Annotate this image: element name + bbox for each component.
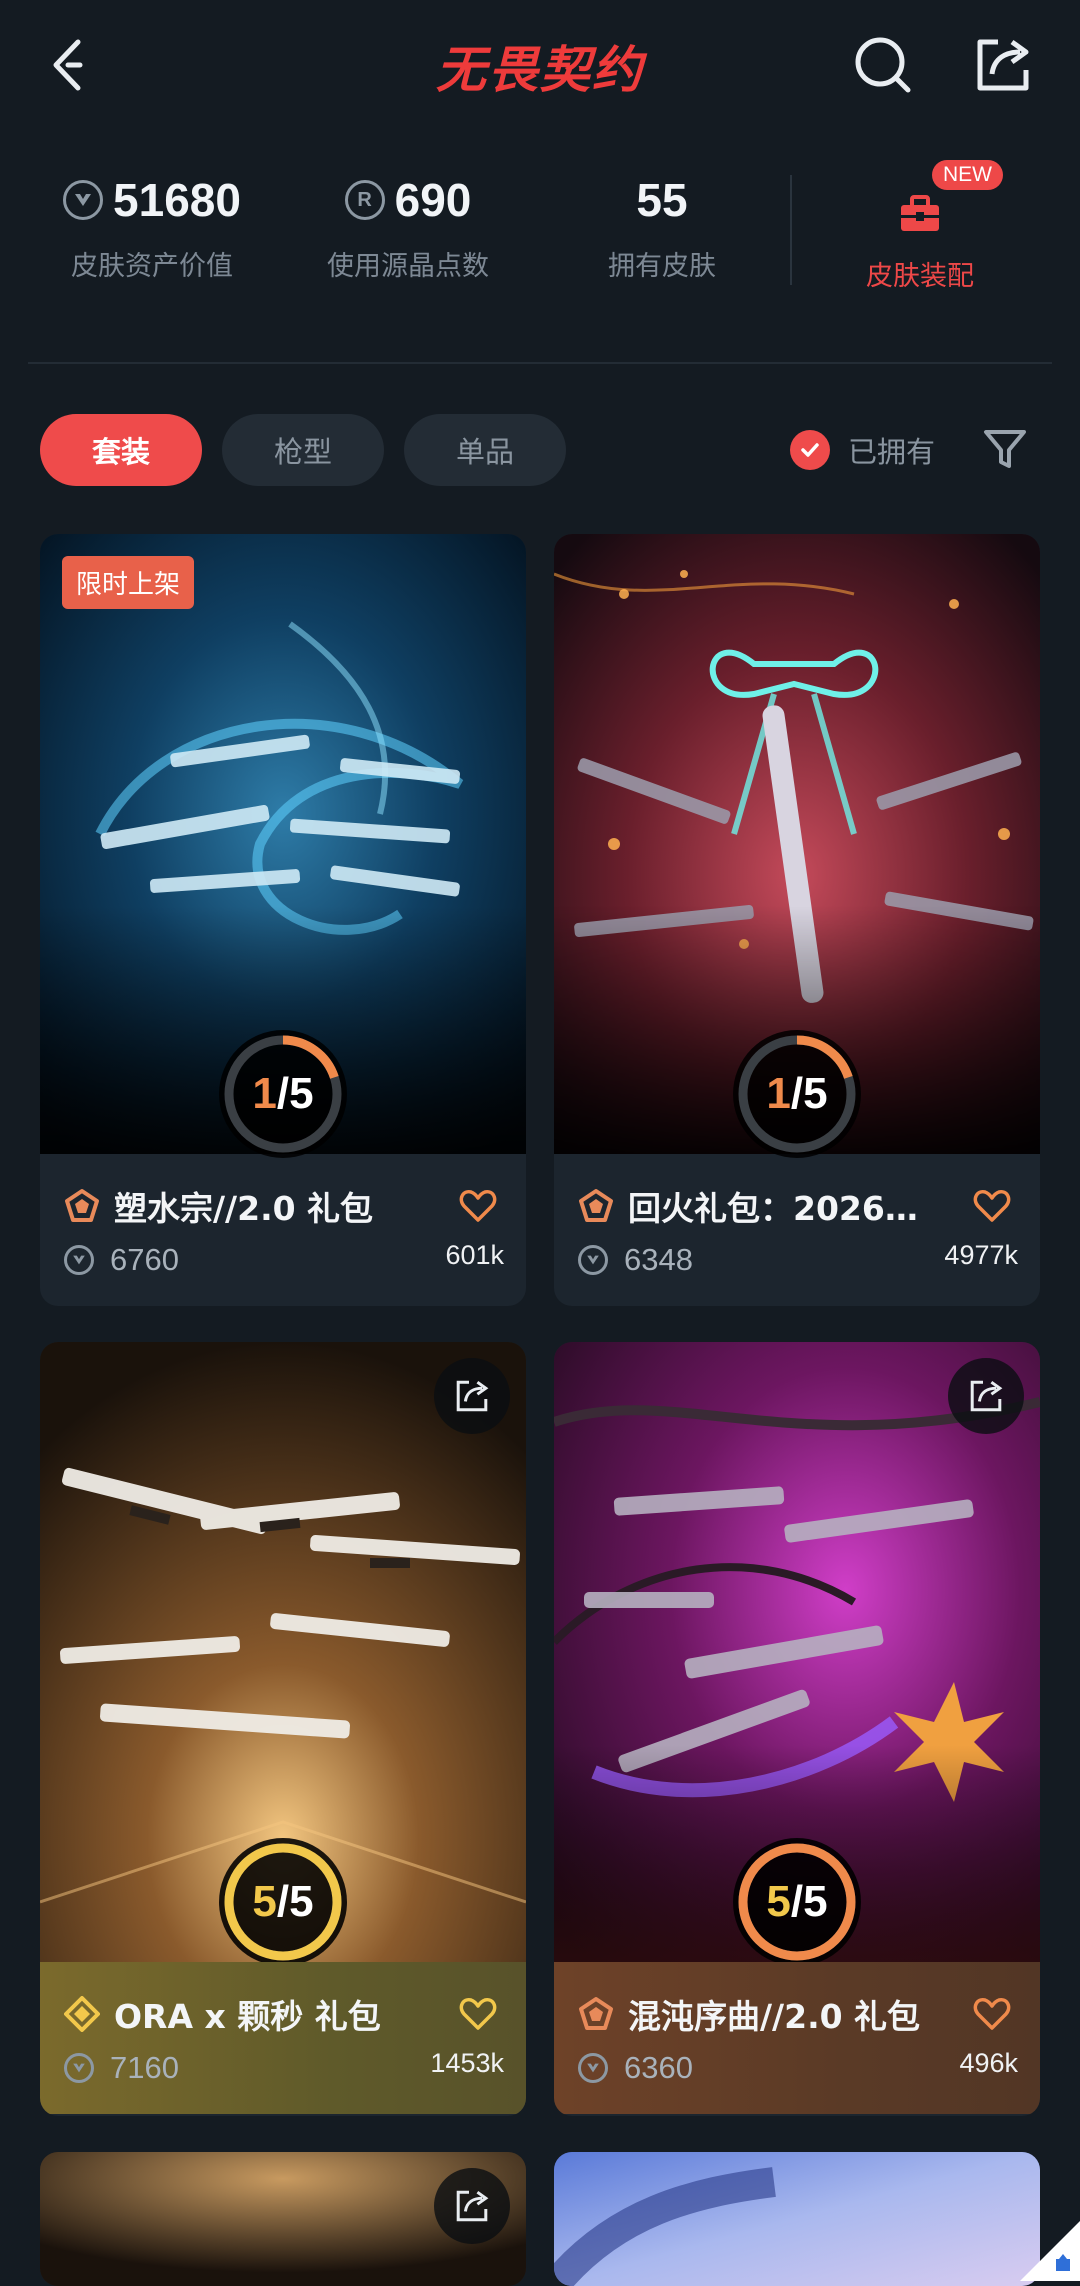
valorant-points-icon xyxy=(64,2053,94,2083)
stat-label: 使用源晶点数 xyxy=(327,251,489,282)
stat-radianite: R 690 使用源晶点数 xyxy=(288,160,528,283)
owned-filter-toggle[interactable]: 已拥有 xyxy=(790,420,935,480)
collection-progress-text: 5/5 xyxy=(727,1832,867,1972)
like-count: 496k xyxy=(959,2048,1018,2078)
stat-value: 55 xyxy=(636,174,688,226)
progress-total: /5 xyxy=(790,1069,828,1118)
progress-value: 5/5 xyxy=(252,1877,313,1927)
share-button[interactable] xyxy=(434,1358,510,1434)
radianite-icon: R xyxy=(344,180,385,220)
filter-icon xyxy=(984,430,1026,468)
bundle-name: 塑水宗//2.0 礼包 xyxy=(114,1189,374,1228)
bundle-info: 塑水宗//2.0 礼包 6760 601k xyxy=(40,1154,526,1306)
progress-owned: 1 xyxy=(252,1069,277,1118)
owned-filter-label: 已拥有 xyxy=(848,435,936,469)
bundle-name: ORA x 颗秒 礼包 xyxy=(114,1997,381,2036)
progress-owned: 5 xyxy=(766,1877,791,1926)
heart-icon[interactable] xyxy=(458,1186,498,1226)
progress-value: 5/5 xyxy=(766,1877,827,1927)
share-icon xyxy=(456,1380,489,1412)
share-icon xyxy=(456,2190,489,2222)
bundle-card[interactable] xyxy=(554,2152,1040,2286)
top-bar: 无畏契约 xyxy=(0,0,1080,130)
bundle-info: ORA x 颗秒 礼包 7160 1453k xyxy=(40,1962,526,2114)
valorant-points-icon xyxy=(578,2053,608,2083)
toolbox-icon xyxy=(901,195,939,231)
divider xyxy=(28,362,1052,364)
bundle-card[interactable]: 限时上架 1/5 塑水宗//2.0 礼包 6760 601k xyxy=(40,534,526,1306)
collection-progress-text: 1/5 xyxy=(213,1024,353,1164)
valorant-points-icon xyxy=(64,1245,94,1275)
like-count: 1453k xyxy=(430,2048,504,2078)
bundle-card[interactable]: 1/5 回火礼包：2026春... 6348 4977k xyxy=(554,534,1040,1306)
check-icon xyxy=(790,430,830,470)
tab-bundle[interactable]: 套装 xyxy=(40,414,202,486)
new-badge: NEW xyxy=(932,160,1003,190)
skin-loadout-button[interactable]: NEW 皮肤装配 xyxy=(800,160,1040,293)
premium-tier-icon xyxy=(579,1997,613,2030)
filter-button[interactable] xyxy=(980,424,1030,474)
share-icon xyxy=(977,39,1029,91)
progress-total: /5 xyxy=(276,1877,314,1926)
collection-progress-text: 1/5 xyxy=(727,1024,867,1164)
progress-owned: 1 xyxy=(766,1069,791,1118)
heart-icon[interactable] xyxy=(458,1994,498,2034)
bundle-price: 6360 xyxy=(624,2050,693,2085)
premium-tier-icon xyxy=(65,1189,99,1222)
share-button[interactable] xyxy=(948,1358,1024,1434)
bundle-price: 6348 xyxy=(624,1242,693,1277)
stat-asset-value: 51680 皮肤资产价值 xyxy=(32,160,272,283)
progress-value: 1/5 xyxy=(252,1069,313,1119)
stat-label: 拥有皮肤 xyxy=(608,251,716,282)
bundle-card[interactable] xyxy=(40,2152,526,2286)
tab-weapon-type[interactable]: 枪型 xyxy=(222,414,384,486)
skin-loadout-label: 皮肤装配 xyxy=(866,261,974,292)
bundle-card[interactable]: 5/5 混沌序曲//2.0 礼包 6360 496k xyxy=(554,1342,1040,2116)
tab-single-item[interactable]: 单品 xyxy=(404,414,566,486)
progress-value: 1/5 xyxy=(766,1069,827,1119)
premium-tier-icon xyxy=(579,1189,613,1222)
valorant-points-icon xyxy=(63,180,104,220)
search-button[interactable] xyxy=(848,30,918,100)
corner-icon xyxy=(1020,2221,1080,2281)
bundle-price: 6760 xyxy=(110,1242,179,1277)
bundle-info: 混沌序曲//2.0 礼包 6360 496k xyxy=(554,1962,1040,2114)
feedback-corner[interactable] xyxy=(1020,2221,1080,2281)
limited-time-tag: 限时上架 xyxy=(62,556,195,609)
stat-label: 皮肤资产价值 xyxy=(71,251,233,282)
progress-total: /5 xyxy=(276,1069,314,1118)
heart-icon[interactable] xyxy=(972,1994,1012,2034)
search-icon xyxy=(855,37,911,93)
collection-progress-text: 5/5 xyxy=(213,1832,353,1972)
stat-value: 51680 xyxy=(113,174,241,226)
bundle-image xyxy=(554,2152,1040,2286)
bundle-card[interactable]: 5/5 ORA x 颗秒 礼包 7160 1453k xyxy=(40,1342,526,2116)
valorant-points-icon xyxy=(578,1245,608,1275)
stat-owned-skins: 55 拥有皮肤 xyxy=(542,160,782,283)
exclusive-tier-icon xyxy=(64,1996,100,2032)
bundle-name: 混沌序曲//2.0 礼包 xyxy=(628,1997,921,2036)
stat-value: 690 xyxy=(394,174,472,226)
like-count: 601k xyxy=(445,1240,504,1270)
app-title: 无畏契约 xyxy=(436,41,644,99)
share-button[interactable] xyxy=(968,30,1038,100)
progress-owned: 5 xyxy=(252,1877,277,1926)
share-icon xyxy=(970,1380,1003,1412)
bundle-price: 7160 xyxy=(110,2050,179,2085)
divider xyxy=(790,175,792,285)
share-button[interactable] xyxy=(434,2168,510,2244)
bundle-name: 回火礼包：2026春... xyxy=(628,1189,948,1228)
bundle-info: 回火礼包：2026春... 6348 4977k xyxy=(554,1154,1040,1306)
like-count: 4977k xyxy=(944,1240,1018,1270)
progress-total: /5 xyxy=(790,1877,828,1926)
heart-icon[interactable] xyxy=(972,1186,1012,1226)
